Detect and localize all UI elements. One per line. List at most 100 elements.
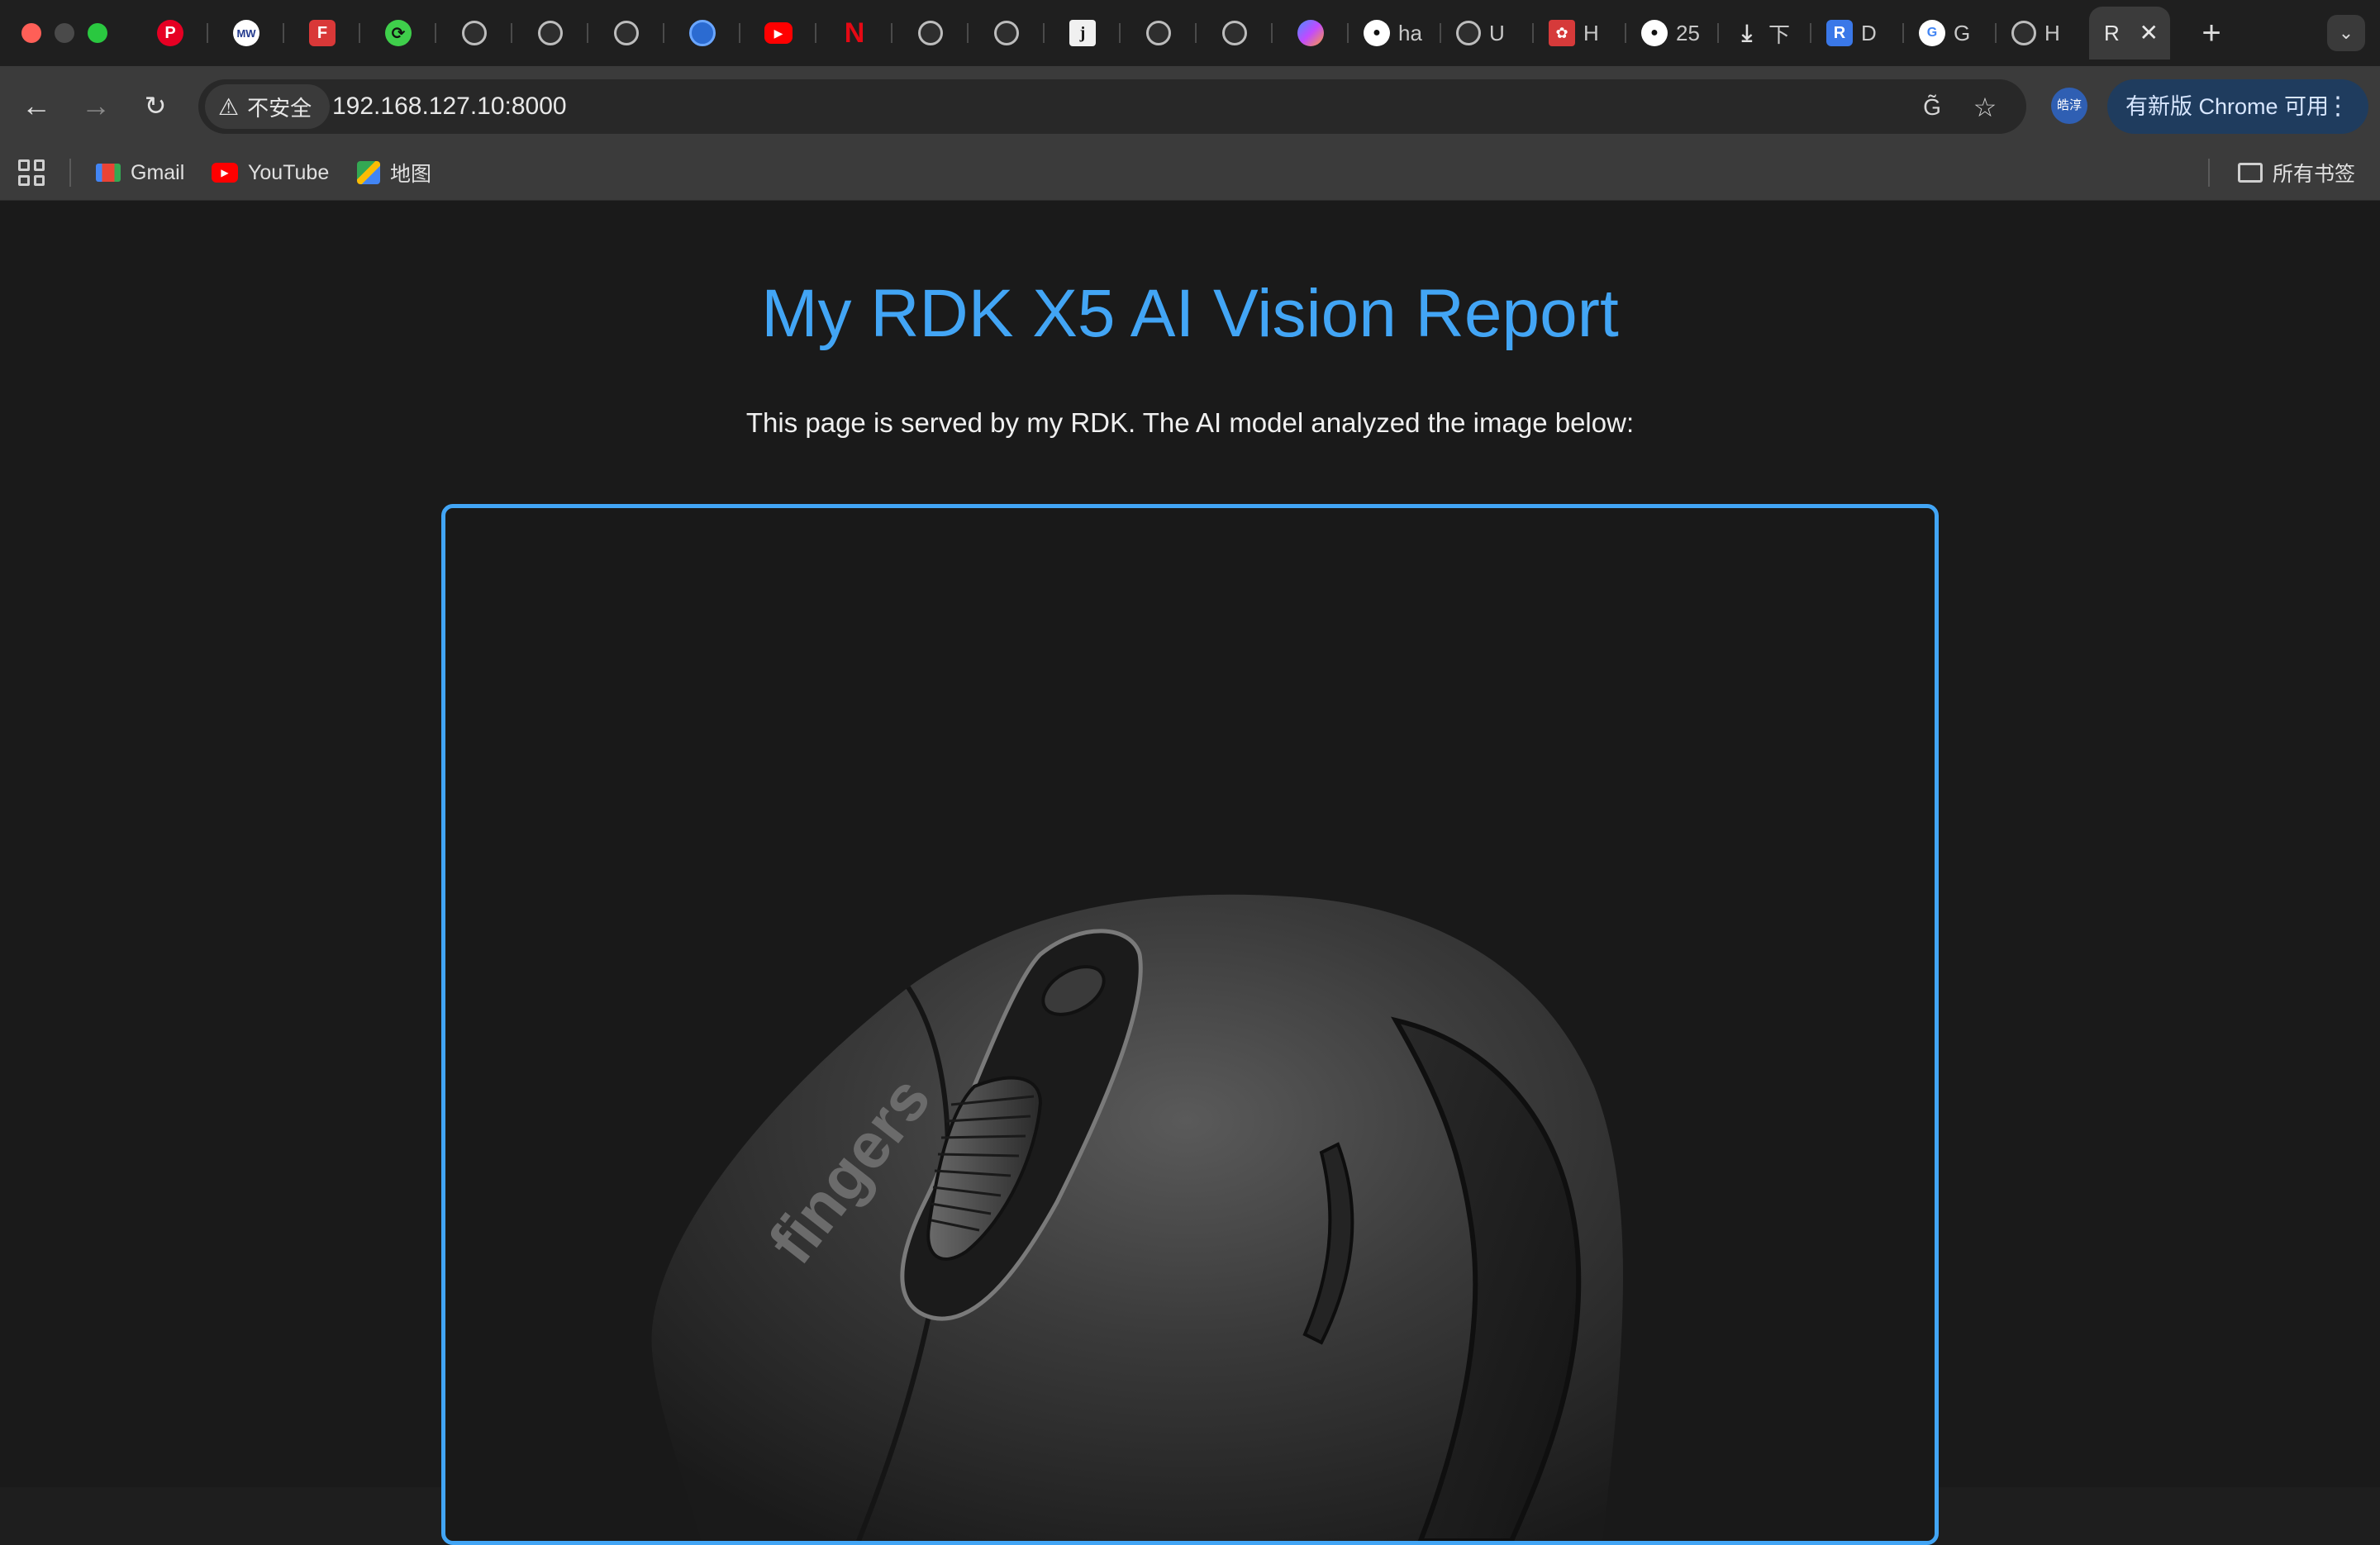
tab[interactable]: P [132, 7, 208, 59]
globe-icon [2011, 21, 2036, 45]
tab-title: 下 [1768, 21, 1791, 47]
reload-button[interactable]: ↻ [136, 86, 175, 126]
web-globe-icon [689, 20, 716, 46]
github-icon: ● [1364, 20, 1390, 46]
folder-icon [2238, 163, 2263, 183]
tab-search-button[interactable]: ⌄ [2327, 15, 2365, 51]
tab-title: D [1861, 20, 1877, 45]
close-tab-icon[interactable]: ✕ [2140, 21, 2159, 45]
page-title: My RDK X5 AI Vision Report [761, 276, 1619, 351]
bookmark-label: 地图 [390, 163, 432, 186]
tab[interactable] [436, 7, 512, 59]
close-window-button[interactable] [21, 23, 41, 43]
tab[interactable]: ▶ [740, 7, 816, 59]
f-app-icon: F [309, 20, 336, 46]
bookmark-label: YouTube [248, 160, 330, 184]
bookmarks-separator [2208, 159, 2210, 187]
site-info-chip[interactable]: ⚠ 不安全 [205, 84, 331, 129]
url-text[interactable]: 192.168.127.10:8000 [332, 91, 567, 122]
sync-icon: ⟳ [385, 20, 412, 46]
pinterest-icon: P [157, 20, 183, 46]
new-tab-button[interactable]: + [2193, 13, 2230, 53]
all-bookmarks-label: 所有书签 [2273, 163, 2356, 186]
netflix-icon: N [844, 17, 865, 49]
tab[interactable]: ● 25 [1626, 7, 1719, 59]
chrome-update-button[interactable]: 有新版 Chrome 可用 ⋮ [2107, 79, 2368, 134]
merriam-webster-icon: MW [233, 20, 259, 46]
globe-icon [462, 21, 487, 45]
more-menu-icon[interactable]: ⋮ [2325, 79, 2350, 134]
all-bookmarks-button[interactable]: 所有书签 [2238, 157, 2355, 188]
page-description: This page is served by my RDK. The AI mo… [745, 407, 1635, 438]
tab-title: U [1489, 20, 1505, 45]
tab[interactable] [588, 7, 664, 59]
maps-icon [357, 161, 380, 184]
forward-button[interactable]: → [76, 86, 116, 126]
globe-icon [538, 21, 563, 45]
globe-icon [1146, 21, 1171, 45]
tab-title: R [2104, 20, 2120, 45]
tab[interactable]: RD [1811, 7, 1904, 59]
security-label: 不安全 [247, 95, 312, 121]
copilot-icon [1297, 20, 1324, 46]
tabs: P MW F ⟳ ▶ N j ● ha U ✿ H ● 25 ⤓ 下 RD GG H R… [132, 7, 2170, 59]
tab[interactable]: U [1441, 7, 1534, 59]
tab[interactable] [664, 7, 740, 59]
tab[interactable] [1121, 7, 1197, 59]
bookmark-label: Gmail [131, 160, 185, 184]
download-icon: ⤓ [1741, 19, 1753, 45]
huawei-icon: ✿ [1549, 20, 1575, 46]
tab-title: G [1954, 20, 1971, 45]
globe-icon [1456, 21, 1481, 45]
update-label: 有新版 Chrome 可用 [2125, 94, 2330, 119]
globe-icon [614, 21, 639, 45]
tab[interactable] [1273, 7, 1349, 59]
tab[interactable]: MW [208, 7, 284, 59]
globe-icon [1222, 21, 1247, 45]
google-key-icon: G [1919, 20, 1945, 46]
tab[interactable] [1197, 7, 1273, 59]
globe-icon [918, 21, 943, 45]
tab-title: H [1583, 20, 1599, 45]
bookmark-star-icon[interactable]: ☆ [1968, 91, 2002, 124]
address-bar[interactable]: ⚠ 不安全 192.168.127.10:8000 G̃ ☆ [198, 79, 2026, 134]
bookmark-maps[interactable]: 地图 [357, 157, 431, 188]
tab[interactable]: N [816, 7, 892, 59]
warning-icon: ⚠ [218, 93, 240, 120]
tab[interactable] [969, 7, 1045, 59]
tab[interactable] [892, 7, 969, 59]
fullscreen-window-button[interactable] [88, 23, 107, 43]
tab[interactable]: GG [1904, 7, 1997, 59]
rq-icon: R [1826, 20, 1853, 46]
j-icon: j [1069, 20, 1096, 46]
bookmark-youtube[interactable]: ▶ YouTube [212, 157, 329, 188]
tab[interactable] [512, 7, 588, 59]
toolbar: ← → ↻ ⚠ 不安全 192.168.127.10:8000 G̃ ☆ 皓淳 … [0, 66, 2380, 145]
tab[interactable]: ✿ H [1534, 7, 1626, 59]
analyzed-image: fingers [441, 504, 1939, 1545]
tab-title: 25 [1676, 20, 1700, 45]
bookmark-gmail[interactable]: Gmail [96, 157, 184, 188]
bookmarks-separator [69, 159, 71, 187]
profile-avatar[interactable]: 皓淳 [2051, 88, 2087, 124]
globe-icon [994, 21, 1019, 45]
tab[interactable]: ⤓ 下 [1719, 7, 1811, 59]
web-page: My RDK X5 AI Vision Report This page is … [0, 201, 2380, 1545]
github-icon: ● [1641, 20, 1668, 46]
computer-mouse-photo: fingers [651, 894, 1623, 1541]
gmail-icon [96, 164, 121, 182]
youtube-icon: ▶ [764, 22, 793, 44]
tab[interactable]: F [284, 7, 360, 59]
tab-title: ha [1398, 20, 1422, 45]
translate-icon[interactable]: G̃ [1916, 91, 1949, 124]
tab-strip: P MW F ⟳ ▶ N j ● ha U ✿ H ● 25 ⤓ 下 RD GG H R… [0, 0, 2380, 66]
tab[interactable]: H [1997, 7, 2089, 59]
minimize-window-button[interactable] [55, 23, 74, 43]
tab[interactable]: ⟳ [360, 7, 436, 59]
tab-active[interactable]: R ✕ [2089, 7, 2170, 59]
bookmarks-bar: Gmail ▶ YouTube 地图 所有书签 [0, 145, 2380, 201]
tab[interactable]: ● ha [1349, 7, 1441, 59]
tab[interactable]: j [1045, 7, 1121, 59]
apps-grid-icon[interactable] [18, 159, 45, 186]
back-button[interactable]: ← [17, 86, 56, 126]
